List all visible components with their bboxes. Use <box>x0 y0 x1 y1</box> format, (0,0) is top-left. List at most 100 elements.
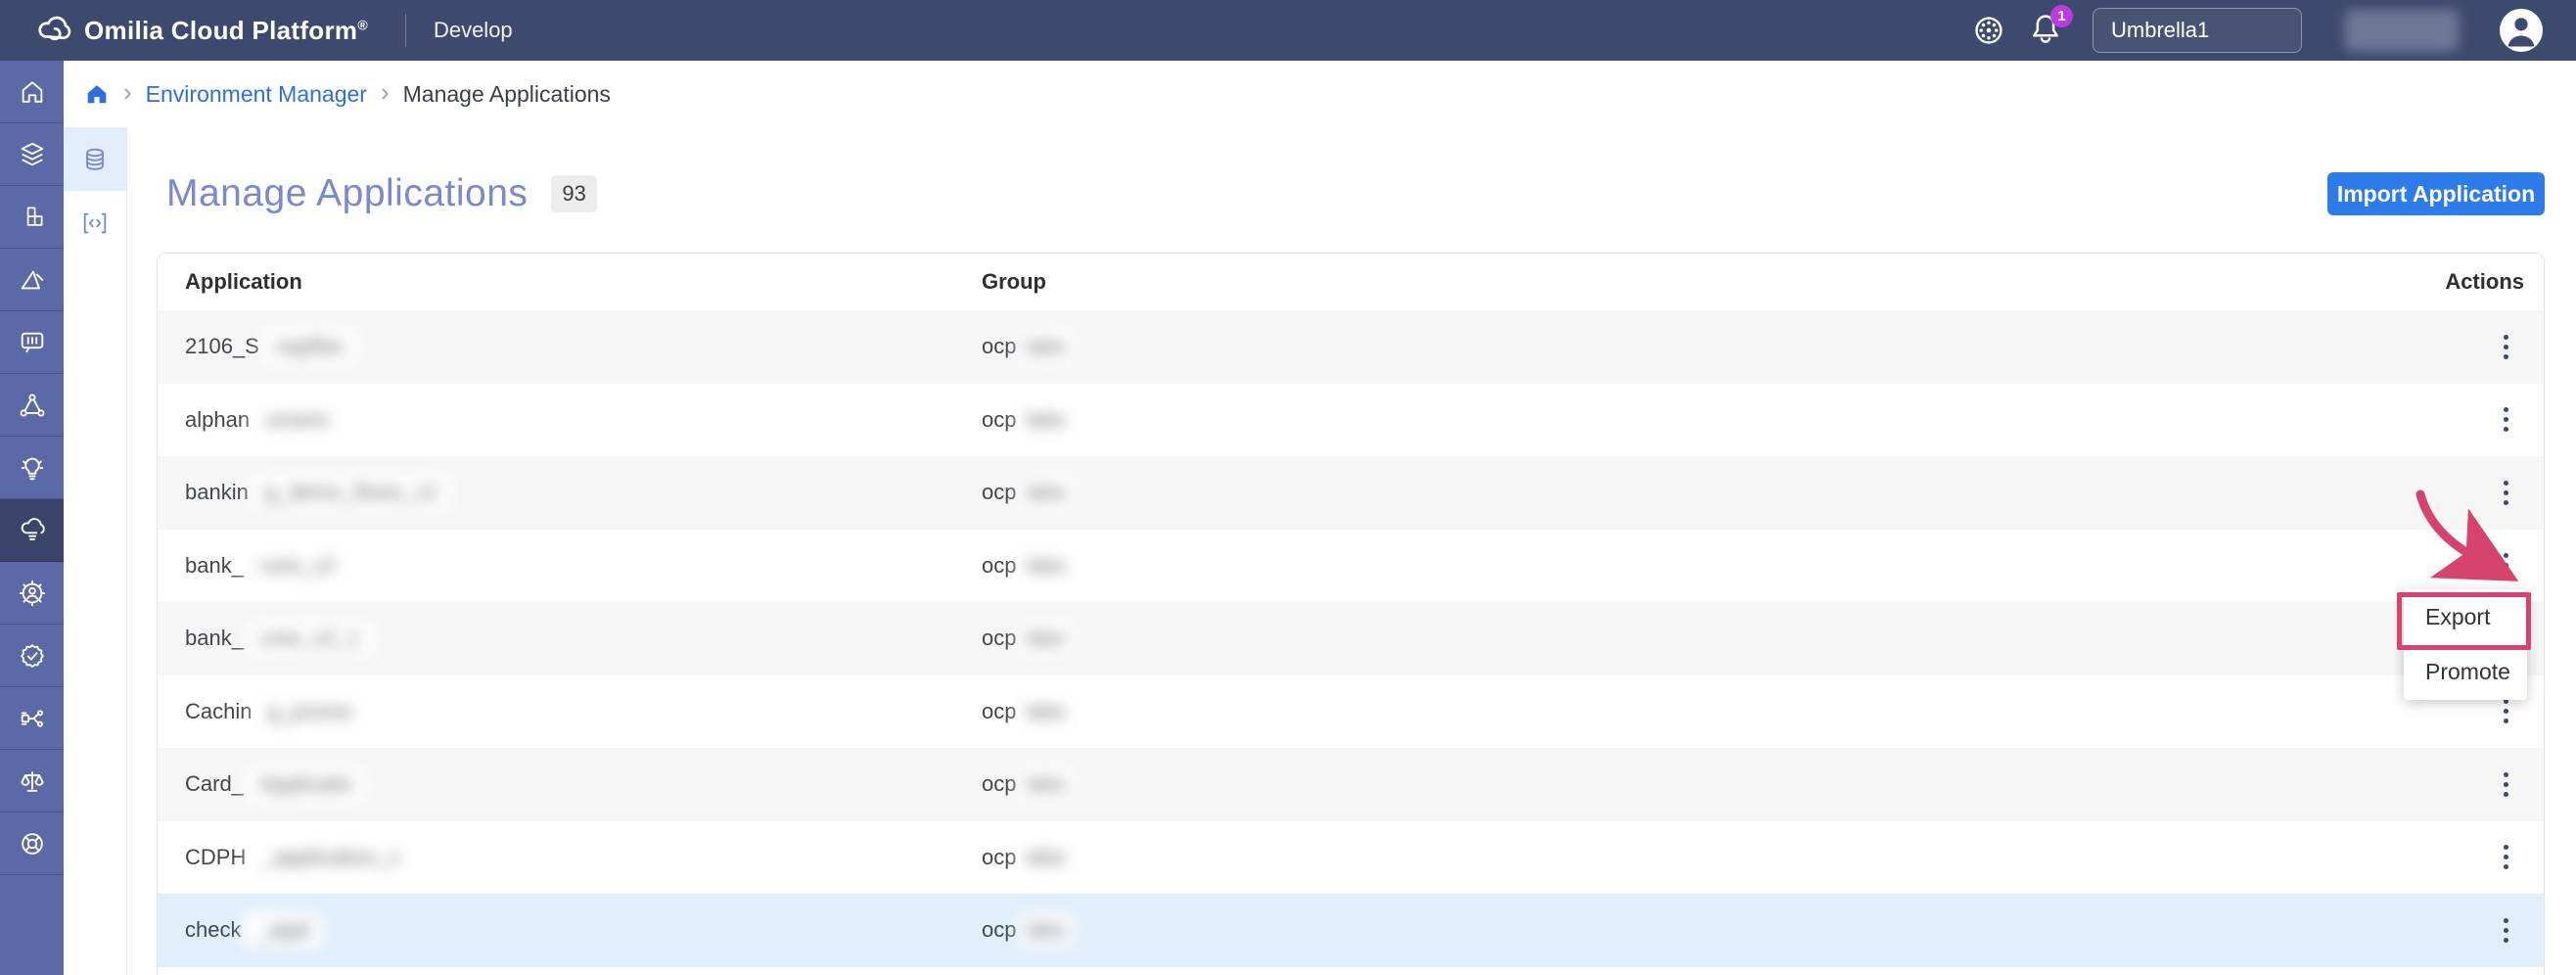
sidebar-item-network[interactable] <box>0 374 64 437</box>
sidebar-item-user-settings[interactable] <box>0 562 64 625</box>
sidebar-item-layers[interactable] <box>0 123 64 186</box>
table-row[interactable]: Caching_promo ocplabs <box>158 675 2544 749</box>
redacted-text: labs <box>1018 330 1073 363</box>
redacted-text: _appl <box>243 912 323 948</box>
breadcrumb-chevron: › <box>123 79 132 105</box>
brand-title: Omilia Cloud Platform® <box>84 16 368 46</box>
scales-icon <box>18 766 47 796</box>
row-actions-menu-button[interactable] <box>2496 766 2516 803</box>
row-actions-menu-button[interactable] <box>2496 475 2516 511</box>
secondary-sidebar <box>64 127 127 975</box>
notification-count-badge: 1 <box>2050 5 2073 27</box>
group-name: ocp <box>982 771 1016 797</box>
table-row[interactable]: 2106_Snapfles ocplabs <box>158 310 2544 384</box>
row-actions-menu-button[interactable] <box>2496 401 2516 438</box>
sidebar-item-building-block[interactable] <box>0 186 64 249</box>
table-row-highlighted[interactable]: check_appl ocplabs <box>158 894 2544 967</box>
table-header-row: Application Group Actions <box>158 254 2544 310</box>
application-name: Card_ <box>185 771 244 797</box>
row-actions-menu-button[interactable] <box>2496 329 2516 365</box>
column-header-group: Group <box>982 269 2354 295</box>
page-title: Manage Applications <box>166 172 528 215</box>
table-row[interactable]: bank_core_v2 ocplabs <box>158 530 2544 603</box>
application-name: alphan <box>185 407 250 433</box>
table-row-partial <box>158 967 2544 975</box>
applications-count-badge: 93 <box>551 175 596 212</box>
breadcrumb: › Environment Manager › Manage Applicati… <box>64 61 2576 127</box>
sidebar-item-quality-badge[interactable] <box>0 625 64 687</box>
row-actions-menu-button[interactable] <box>2496 839 2516 875</box>
sidebar-item-analytics[interactable] <box>0 249 64 311</box>
notifications-bell-icon[interactable]: 1 <box>2024 9 2067 52</box>
sidebar-item-conversation[interactable] <box>0 311 64 374</box>
subnav-item-code[interactable] <box>64 191 126 255</box>
import-application-button[interactable]: Import Application <box>2327 172 2545 215</box>
row-actions-menu-button[interactable] <box>2496 547 2516 583</box>
group-name: ocp <box>982 480 1016 505</box>
primary-sidebar <box>0 61 64 975</box>
redacted-text: core_v2 <box>246 548 349 583</box>
registered-mark: ® <box>357 17 368 32</box>
context-menu-item-promote[interactable]: Promote <box>2404 644 2527 699</box>
redacted-text: umeric <box>252 402 344 438</box>
topbar-divider <box>405 14 406 47</box>
user-gear-icon <box>18 579 47 608</box>
conversation-icon <box>18 328 47 357</box>
brand: Omilia Cloud Platform® <box>35 12 368 49</box>
network-icon <box>18 391 47 420</box>
redacted-text: labs <box>1018 841 1073 874</box>
redacted-text: labs <box>1018 622 1073 655</box>
redacted-text: _application_x <box>248 840 413 875</box>
group-name: ocp <box>982 699 1016 724</box>
group-name: ocp <box>982 407 1016 433</box>
account-avatar[interactable] <box>2500 9 2543 52</box>
code-brackets-icon <box>80 209 110 238</box>
sidebar-item-support[interactable] <box>0 812 64 875</box>
redacted-text: core_v2_1 <box>246 621 374 656</box>
redacted-text: labs <box>1018 476 1073 509</box>
sidebar-item-integrations[interactable] <box>0 687 64 750</box>
table-row[interactable]: Card_Applicatio ocplabs <box>158 748 2544 821</box>
table-row[interactable]: alphanumeric ocplabs <box>158 384 2544 457</box>
breadcrumb-link-environment-manager[interactable]: Environment Manager <box>146 81 367 108</box>
application-name: bank_ <box>185 626 244 651</box>
analytics-icon <box>18 265 47 295</box>
top-navbar: Omilia Cloud Platform® Develop <box>0 0 2576 61</box>
circuit-icon <box>18 704 47 733</box>
group-name: ocp <box>982 334 1016 359</box>
redacted-text: napfles <box>261 329 358 364</box>
table-row[interactable]: bank_core_v2_1 ocplabs <box>158 602 2544 675</box>
redacted-topbar-item <box>2345 10 2459 51</box>
application-name: bankin <box>185 480 249 505</box>
home-icon <box>18 77 47 107</box>
tenant-name: Umbrella1 <box>2111 18 2209 43</box>
subnav-item-database[interactable] <box>64 127 126 191</box>
redacted-text: labs <box>1018 549 1073 582</box>
application-name: bank_ <box>185 553 244 579</box>
sidebar-item-cloud-deploy[interactable] <box>0 499 64 562</box>
tenant-selector[interactable]: Umbrella1 <box>2093 8 2302 53</box>
life-ring-icon <box>18 829 47 859</box>
context-menu-item-export[interactable]: Export <box>2404 589 2527 644</box>
group-name: ocp <box>982 917 1016 943</box>
redacted-text: Applicatio <box>246 766 366 802</box>
building-block-icon <box>19 204 46 231</box>
row-actions-menu-button[interactable] <box>2496 912 2516 949</box>
table-row[interactable]: banking_demo_flows_v2 ocplabs <box>158 456 2544 530</box>
column-header-application: Application <box>158 269 982 295</box>
group-name: ocp <box>982 845 1016 870</box>
badge-check-icon <box>18 641 47 671</box>
breadcrumb-home-icon[interactable] <box>84 81 110 107</box>
lightbulb-icon <box>18 453 47 483</box>
sidebar-item-compliance[interactable] <box>0 750 64 812</box>
table-row[interactable]: CDPH_application_x ocplabs <box>158 821 2544 895</box>
cloud-logo-icon <box>35 12 72 49</box>
orb-icon[interactable] <box>1967 9 2010 52</box>
redacted-text: labs <box>1018 403 1073 437</box>
redacted-text: g_promo <box>253 694 366 729</box>
sidebar-item-home[interactable] <box>0 61 64 123</box>
redacted-text: labs <box>1018 767 1073 801</box>
applications-table: Application Group Actions 2106_Snapfles … <box>157 253 2545 975</box>
sidebar-item-ideas[interactable] <box>0 437 64 499</box>
application-name: 2106_S <box>185 334 259 359</box>
